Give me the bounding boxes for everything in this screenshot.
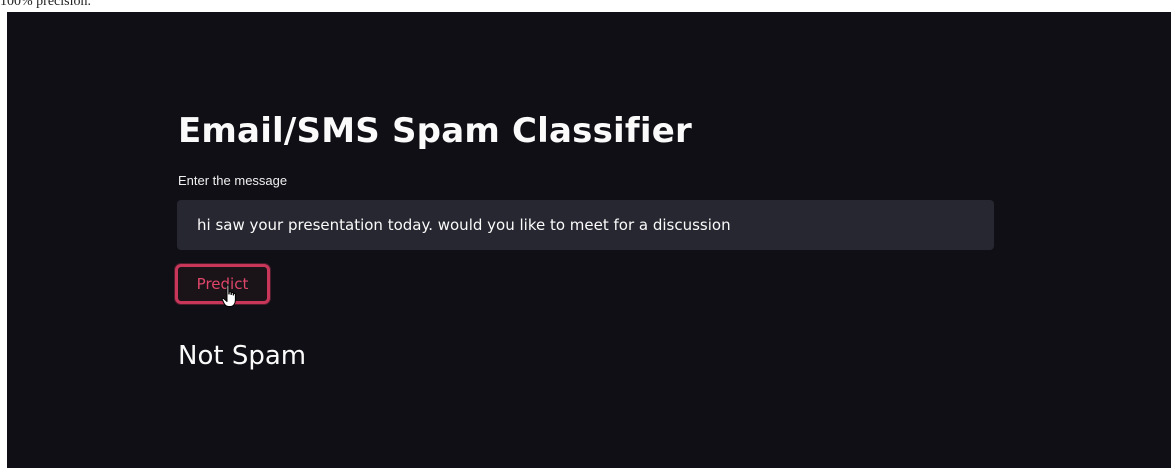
app-window: Email/SMS Spam Classifier Enter the mess… xyxy=(7,12,1171,468)
prediction-result: Not Spam xyxy=(178,341,307,371)
hand-pointer-icon xyxy=(221,284,236,307)
message-input-label: Enter the message xyxy=(178,173,288,188)
top-caption: 100% precision. xyxy=(0,0,91,9)
message-input[interactable] xyxy=(177,200,994,250)
page-title: Email/SMS Spam Classifier xyxy=(178,111,692,151)
